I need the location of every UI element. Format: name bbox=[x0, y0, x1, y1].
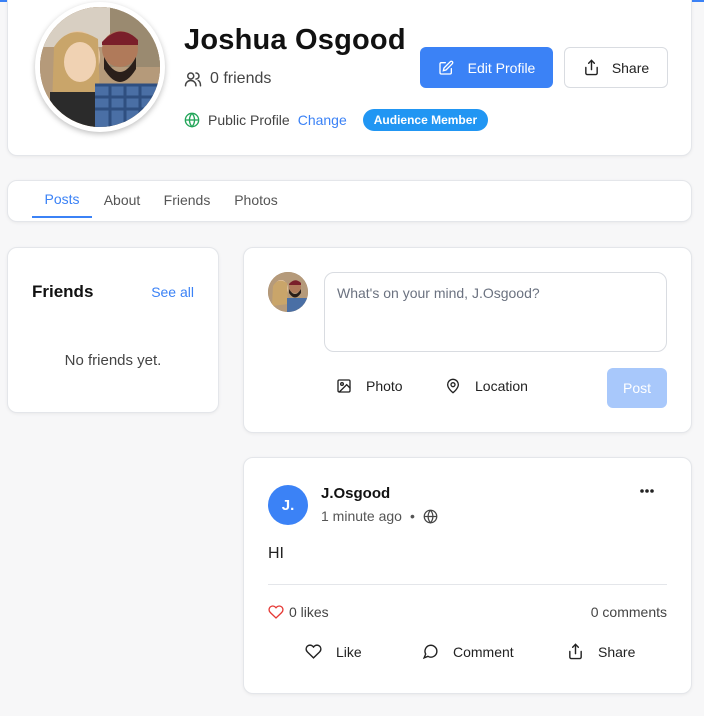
share-profile-button[interactable]: Share bbox=[564, 47, 668, 88]
post-body: HI bbox=[268, 545, 284, 562]
comment-label: Comment bbox=[453, 643, 514, 660]
likes-count-label: 0 likes bbox=[289, 604, 329, 620]
role-badge: Audience Member bbox=[362, 109, 489, 131]
comment-icon bbox=[422, 643, 439, 660]
tab-photos[interactable]: Photos bbox=[230, 181, 282, 218]
visibility-row: Public Profile Change Audience Member bbox=[184, 109, 489, 131]
likes-count[interactable]: 0 likes bbox=[268, 604, 329, 620]
share-icon bbox=[583, 59, 600, 76]
friends-count-label: 0 friends bbox=[210, 70, 272, 87]
globe-icon bbox=[184, 112, 200, 128]
share-profile-label: Share bbox=[611, 59, 650, 76]
friends-widget: Friends See all No friends yet. bbox=[7, 247, 219, 413]
composer-avatar bbox=[268, 272, 308, 312]
like-button[interactable]: Like bbox=[305, 643, 362, 660]
visibility-label: Public Profile bbox=[208, 112, 290, 128]
edit-icon bbox=[438, 60, 454, 76]
tab-posts[interactable]: Posts bbox=[32, 181, 92, 218]
post-composer: Photo Location Post bbox=[243, 247, 692, 433]
meta-separator: • bbox=[409, 508, 415, 524]
add-location-label: Location bbox=[475, 378, 528, 394]
heart-icon bbox=[305, 643, 322, 660]
share-post-label: Share bbox=[598, 643, 636, 660]
post-author-avatar[interactable]: J. bbox=[268, 485, 308, 525]
post-submit-button[interactable]: Post bbox=[607, 368, 667, 408]
profile-name: Joshua Osgood bbox=[184, 24, 406, 56]
post-divider bbox=[268, 584, 667, 585]
see-all-friends-link[interactable]: See all bbox=[151, 284, 194, 300]
users-icon bbox=[184, 70, 202, 88]
profile-photo bbox=[40, 7, 160, 127]
tab-about[interactable]: About bbox=[98, 181, 146, 218]
post-composer-input[interactable] bbox=[324, 272, 667, 352]
post-meta: 1 minute ago • bbox=[321, 508, 438, 524]
add-photo-button[interactable]: Photo bbox=[336, 378, 403, 394]
edit-profile-label: Edit Profile bbox=[467, 59, 536, 76]
image-icon bbox=[336, 378, 352, 394]
tab-friends[interactable]: Friends bbox=[158, 181, 216, 218]
comments-count[interactable]: 0 comments bbox=[591, 604, 667, 620]
heart-icon bbox=[268, 604, 284, 620]
share-post-button[interactable]: Share bbox=[567, 643, 635, 660]
edit-profile-button[interactable]: Edit Profile bbox=[420, 47, 553, 88]
profile-tabs: Posts About Friends Photos bbox=[7, 180, 692, 222]
post-timestamp: 1 minute ago bbox=[321, 508, 402, 524]
friends-count: 0 friends bbox=[184, 70, 271, 88]
change-visibility-link[interactable]: Change bbox=[298, 112, 347, 128]
friends-widget-title: Friends bbox=[32, 282, 94, 301]
map-pin-icon bbox=[445, 378, 461, 394]
add-photo-label: Photo bbox=[366, 378, 403, 394]
comment-button[interactable]: Comment bbox=[422, 643, 514, 660]
like-label: Like bbox=[336, 643, 362, 660]
profile-avatar[interactable] bbox=[35, 2, 165, 132]
post-card: J. J.Osgood 1 minute ago • HI 0 likes 0 … bbox=[243, 457, 692, 694]
post-author-name[interactable]: J.Osgood bbox=[321, 485, 390, 502]
profile-header: Joshua Osgood 0 friends Public Profile C… bbox=[7, 0, 692, 156]
no-friends-text: No friends yet. bbox=[64, 352, 162, 369]
globe-icon bbox=[423, 509, 438, 524]
add-location-button[interactable]: Location bbox=[445, 378, 528, 394]
share-icon bbox=[567, 643, 584, 660]
more-options-icon[interactable] bbox=[639, 488, 655, 494]
